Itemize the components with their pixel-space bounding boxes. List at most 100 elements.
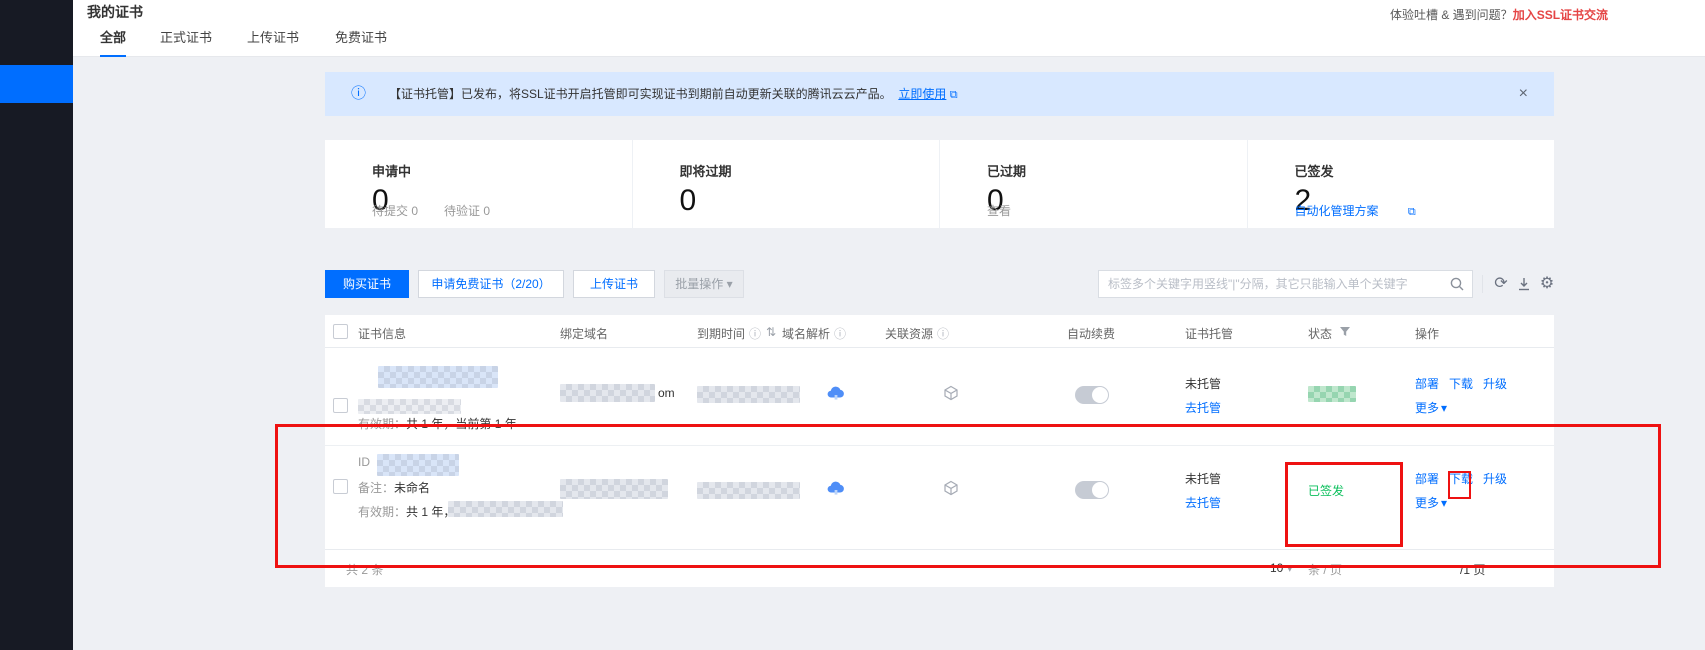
id-label: ID bbox=[358, 455, 370, 469]
info-circle-icon[interactable]: ⓘ bbox=[834, 325, 846, 342]
pending-verify: 待验证 0 bbox=[444, 204, 490, 218]
automation-plan-link[interactable]: 自动化管理方案 bbox=[1295, 204, 1379, 218]
more-menu[interactable]: 更多▾ bbox=[1415, 494, 1447, 512]
cloud-dns-icon[interactable] bbox=[826, 478, 846, 498]
search-input[interactable] bbox=[1098, 270, 1473, 298]
stat-applying: 申请中 0 待提交 0待验证 0 bbox=[325, 140, 632, 228]
toggle-knob bbox=[1092, 387, 1108, 403]
redacted-cert-type bbox=[358, 399, 461, 414]
tab-formal-certs[interactable]: 正式证书 bbox=[160, 27, 212, 55]
upgrade-link[interactable]: 升级 bbox=[1483, 377, 1507, 391]
auto-renew-toggle[interactable] bbox=[1075, 481, 1109, 499]
col-cert-info: 证书信息 bbox=[358, 325, 406, 342]
resource-cube-icon[interactable] bbox=[943, 480, 959, 496]
batch-operation-button[interactable]: 批量操作 ▾ bbox=[664, 270, 744, 298]
stat-expired: 已过期 0 查看 bbox=[939, 140, 1247, 228]
stat-expiring-soon: 即将过期 0 bbox=[632, 140, 940, 228]
toggle-knob bbox=[1092, 482, 1108, 498]
info-icon: ⓘ bbox=[351, 85, 366, 103]
col-action: 操作 bbox=[1415, 325, 1439, 342]
col-cert-hosting: 证书托管 bbox=[1185, 325, 1233, 342]
total-count: 共 2 条 bbox=[346, 561, 383, 578]
feedback-text: 体验吐槽 & 遇到问题？加入SSL证书交流 bbox=[1390, 6, 1608, 23]
view-expired-link[interactable]: 查看 bbox=[987, 204, 1011, 218]
row-checkbox[interactable] bbox=[333, 398, 348, 413]
page-title: 我的证书 bbox=[87, 2, 143, 22]
refresh-icon[interactable]: ⟳ bbox=[1491, 274, 1511, 294]
select-all-checkbox[interactable] bbox=[333, 324, 348, 339]
info-circle-icon[interactable]: ⓘ bbox=[749, 325, 761, 342]
validity-text: 有效期：共 1 年， bbox=[358, 503, 455, 520]
table-header-row: 证书信息 绑定域名 到期时间 ⓘ ⇅ 域名解析 ⓘ 关联资源 ⓘ 自动续费 证书… bbox=[325, 315, 1554, 348]
note-text: 备注：未命名 bbox=[358, 479, 430, 496]
table-row-cert-2: ID 备注：未命名 有效期：共 1 年， 未托管 去托管 已签发 部署 bbox=[325, 446, 1554, 549]
banner-message: 【证书托管】已发布，将SSL证书开启托管即可实现证书到期前自动更新关联的腾讯云云… bbox=[389, 72, 958, 117]
redacted-status bbox=[1308, 386, 1356, 402]
chevron-down-icon: ▾ bbox=[1441, 401, 1447, 415]
col-expire-time: 到期时间 bbox=[697, 325, 745, 342]
redacted-domain bbox=[560, 384, 655, 402]
row-actions: 部署下载升级 bbox=[1415, 375, 1517, 393]
hosting-info-banner: ⓘ 【证书托管】已发布，将SSL证书开启托管即可实现证书到期前自动更新关联的腾讯… bbox=[325, 72, 1554, 116]
download-link[interactable]: 下载 bbox=[1449, 377, 1473, 391]
redacted-cert-id bbox=[377, 454, 459, 476]
redacted-expire-date bbox=[697, 482, 800, 499]
page-total-label: /1 页 bbox=[1460, 561, 1485, 578]
use-now-link[interactable]: 立即使用 bbox=[898, 87, 946, 101]
redacted-expire-date bbox=[697, 386, 800, 403]
auto-renew-toggle[interactable] bbox=[1075, 386, 1109, 404]
more-menu[interactable]: 更多▾ bbox=[1415, 399, 1447, 417]
go-hosting-link[interactable]: 去托管 bbox=[1185, 494, 1221, 511]
redacted-validity-range bbox=[448, 501, 563, 517]
ssl-console-screen: 我的证书 全部 正式证书 上传证书 免费证书 体验吐槽 & 遇到问题？加入SSL… bbox=[0, 0, 1705, 650]
col-auto-renew: 自动续费 bbox=[1067, 325, 1115, 342]
apply-free-cert-button[interactable]: 申请免费证书（2/20） bbox=[418, 270, 564, 298]
redacted-domain bbox=[560, 479, 668, 499]
table-row-cert-1: 有效期：共 1 年，当前第 1 年 om 未托管 去托管 部署下载升级 更多▾ bbox=[325, 348, 1554, 446]
filter-icon[interactable] bbox=[1340, 327, 1350, 337]
sidebar-active-item[interactable] bbox=[0, 65, 73, 103]
gear-icon[interactable]: ⚙ bbox=[1537, 274, 1557, 294]
col-related-resource: 关联资源 bbox=[885, 325, 933, 342]
external-link-icon: ⧉ bbox=[1408, 206, 1416, 218]
search-box bbox=[1098, 270, 1473, 298]
hosting-state: 未托管 bbox=[1185, 375, 1221, 392]
per-page-label: 条 / 页 bbox=[1308, 561, 1342, 578]
pending-submit: 待提交 0 bbox=[372, 204, 418, 218]
cloud-dns-icon[interactable] bbox=[826, 383, 846, 403]
tab-all[interactable]: 全部 bbox=[100, 27, 126, 57]
go-hosting-link[interactable]: 去托管 bbox=[1185, 399, 1221, 416]
download-list-icon[interactable] bbox=[1514, 274, 1534, 294]
left-nav-sidebar bbox=[0, 0, 73, 650]
page-size-select[interactable]: 10 ▾ bbox=[1270, 561, 1293, 575]
sort-icon[interactable]: ⇅ bbox=[766, 325, 776, 339]
certificate-table: 证书信息 绑定域名 到期时间 ⓘ ⇅ 域名解析 ⓘ 关联资源 ⓘ 自动续费 证书… bbox=[325, 315, 1554, 587]
upgrade-link[interactable]: 升级 bbox=[1483, 472, 1507, 486]
tab-free-certs[interactable]: 免费证书 bbox=[335, 27, 387, 55]
external-link-icon: ⧉ bbox=[950, 89, 958, 101]
col-status: 状态 bbox=[1308, 325, 1332, 342]
domain-suffix: om bbox=[658, 386, 675, 400]
search-icon[interactable] bbox=[1449, 276, 1465, 292]
upload-cert-button[interactable]: 上传证书 bbox=[573, 270, 655, 298]
table-footer: 共 2 条 10 ▾ 条 / 页 ◀ ◀ /1 页 ▶ ▶ bbox=[325, 549, 1554, 587]
row-actions: 部署下载升级 bbox=[1415, 470, 1517, 488]
col-domain-resolve: 域名解析 bbox=[782, 325, 830, 342]
download-link[interactable]: 下载 bbox=[1449, 472, 1473, 486]
chevron-down-icon: ▾ bbox=[727, 277, 733, 291]
stat-issued: 已签发 2 自动化管理方案 ⧉ bbox=[1247, 140, 1555, 228]
deploy-link[interactable]: 部署 bbox=[1415, 377, 1439, 391]
stat-expiring-value: 0 bbox=[680, 185, 940, 217]
validity-text: 有效期：共 1 年，当前第 1 年 bbox=[358, 415, 517, 432]
buy-cert-button[interactable]: 购买证书 bbox=[325, 270, 409, 298]
topbar: 我的证书 全部 正式证书 上传证书 免费证书 体验吐槽 & 遇到问题？加入SSL… bbox=[73, 0, 1705, 57]
hosting-state: 未托管 bbox=[1185, 470, 1221, 487]
tab-uploaded-certs[interactable]: 上传证书 bbox=[247, 27, 299, 55]
resource-cube-icon[interactable] bbox=[943, 385, 959, 401]
row-checkbox[interactable] bbox=[333, 479, 348, 494]
banner-close-icon[interactable]: × bbox=[1519, 84, 1528, 104]
join-ssl-group-link[interactable]: 加入SSL证书交流 bbox=[1513, 8, 1608, 22]
status-issued: 已签发 bbox=[1308, 482, 1344, 499]
info-circle-icon[interactable]: ⓘ bbox=[937, 325, 949, 342]
deploy-link[interactable]: 部署 bbox=[1415, 472, 1439, 486]
